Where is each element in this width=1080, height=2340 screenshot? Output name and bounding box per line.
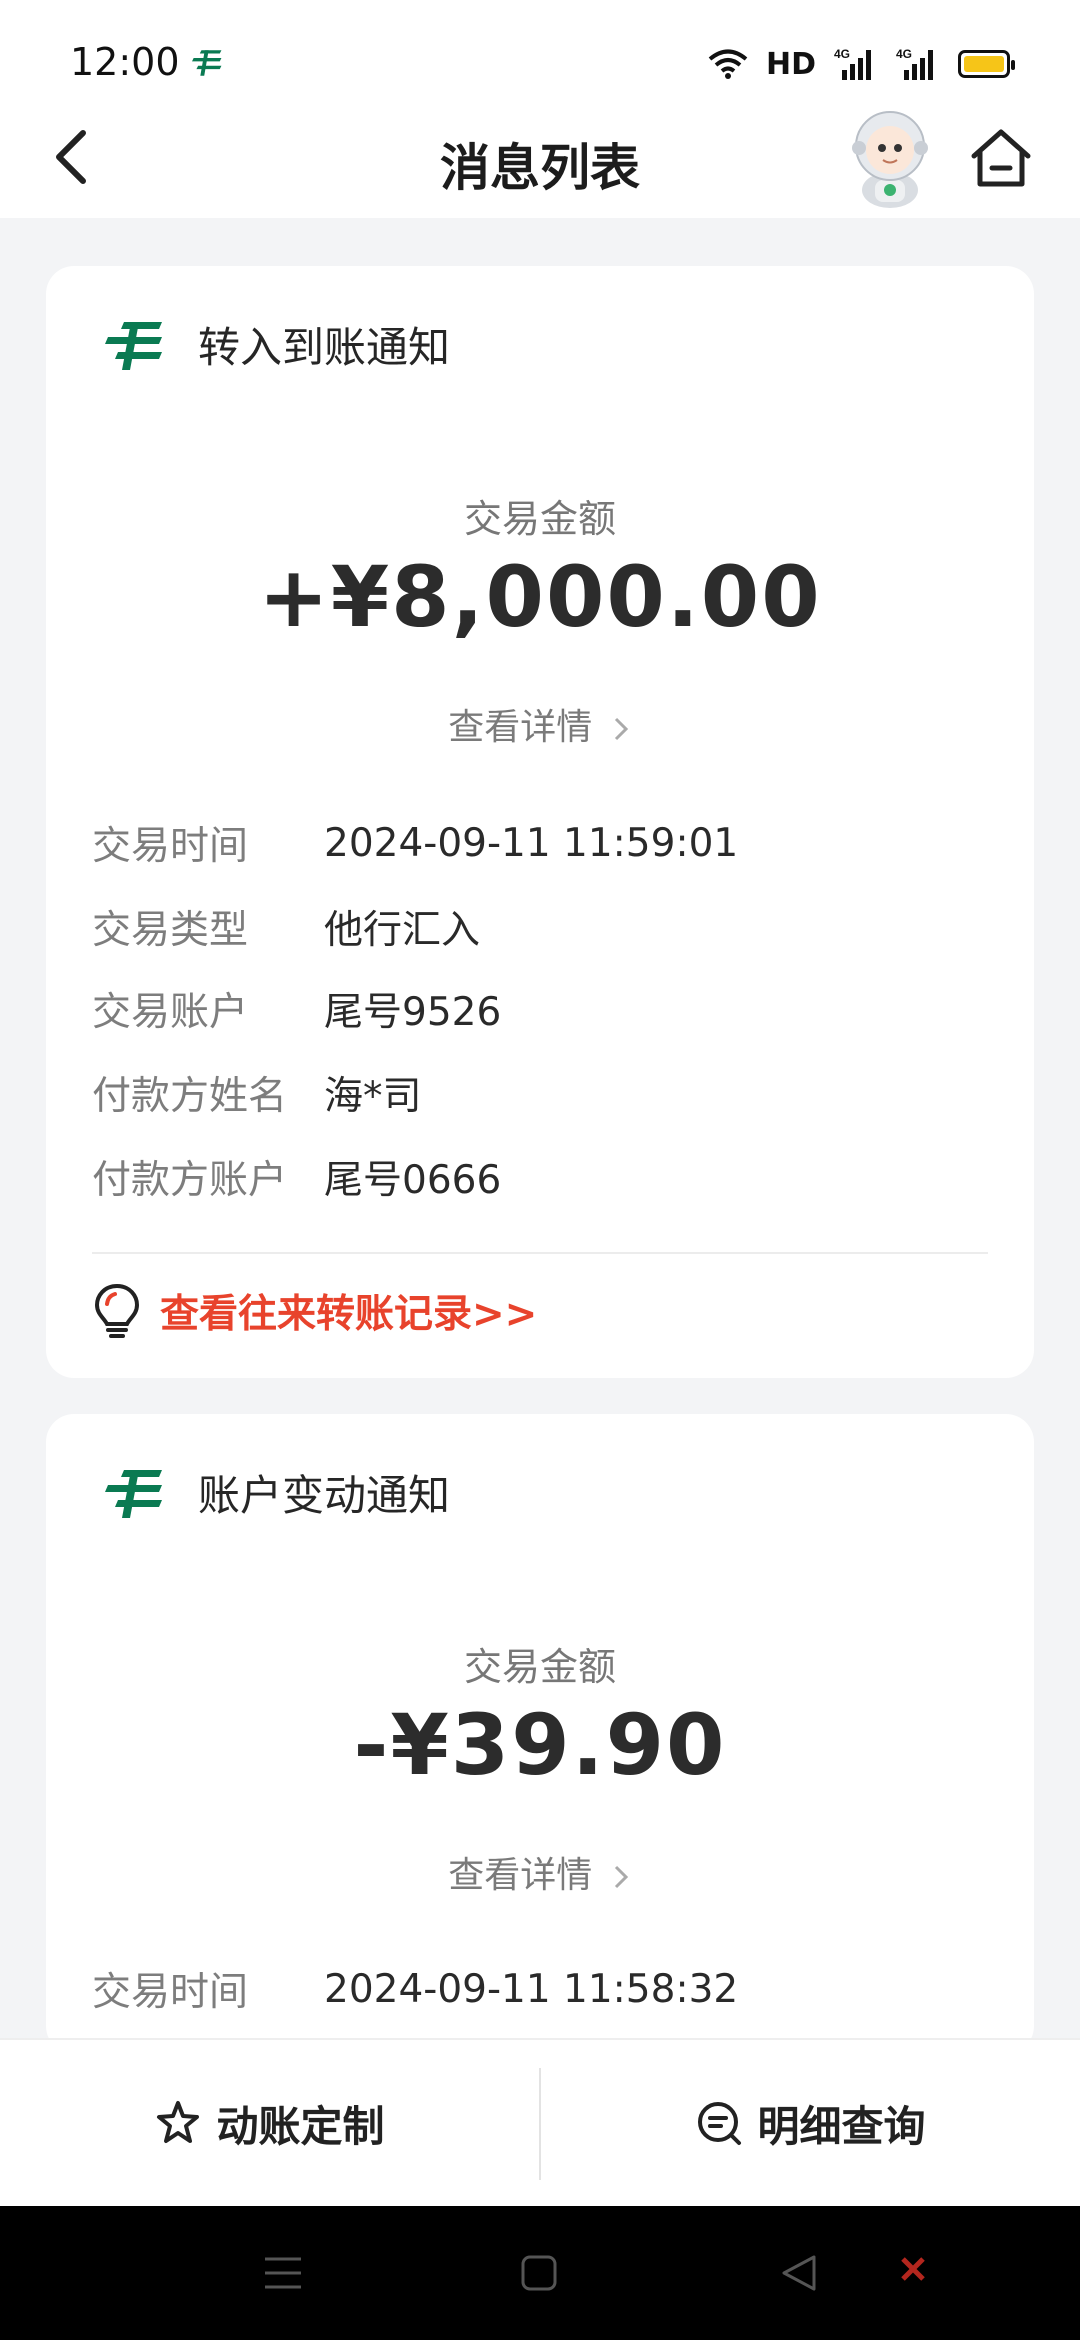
view-details-label: 查看详情: [448, 707, 593, 748]
svg-text:4G: 4G: [896, 47, 912, 61]
info-row-time: 交易时间 2024-09-11 11:58:32: [92, 1962, 994, 2016]
info-row-type: 交易类型 他行汇入: [92, 900, 994, 954]
home-icon: [971, 129, 1031, 187]
network-label: HD: [765, 46, 816, 82]
signal-4g-icon: 4G: [896, 47, 933, 80]
account-alert-settings-button[interactable]: 动账定制: [0, 2040, 539, 2206]
triangle-back-icon: [782, 2255, 816, 2291]
card-header: 账户变动通知: [104, 1462, 450, 1523]
detail-search-icon: [698, 2102, 742, 2145]
info-value: 尾号9526: [324, 990, 502, 1035]
postal-bank-logo-icon: [105, 321, 162, 370]
transfer-in-notification-card[interactable]: 转入到账通知 交易金额 +¥8,000.00 查看详情 交易时间 2024-09…: [46, 266, 1034, 1378]
info-value: 2024-09-11 11:58:32: [324, 1966, 739, 2012]
account-change-notification-card[interactable]: 账户变动通知 交易金额 -¥39.90 查看详情 交易时间 2024-09-11…: [46, 1414, 1034, 2054]
star-settings-icon: [157, 2101, 200, 2143]
info-value: 他行汇入: [324, 908, 481, 953]
divider: [92, 1252, 988, 1254]
amount-value: -¥39.90: [353, 1696, 727, 1794]
postal-bank-logo-icon: [192, 50, 222, 76]
navigation-bar: 消息列表: [0, 100, 1080, 218]
info-label: 交易时间: [92, 1970, 249, 2015]
info-row-payer-name: 付款方姓名 海*司: [92, 1066, 994, 1120]
view-details-link[interactable]: 查看详情: [46, 698, 1034, 750]
chevron-right-icon: [614, 717, 628, 741]
message-list-screen: 12:00 HD 4G 4G 消息列表 转入到账通知 交易金额 +¥8,000.…: [0, 0, 1080, 2340]
menu-icon: [265, 2257, 301, 2289]
info-row-payer-account: 付款方账户 尾号0666: [92, 1150, 994, 1204]
watermark-logo: [900, 2256, 926, 2282]
info-label: 付款方姓名: [92, 1074, 288, 1119]
wifi-icon: [708, 49, 748, 79]
info-row-account: 交易账户 尾号9526: [92, 982, 994, 1036]
detail-query-label: 明细查询: [757, 2101, 926, 2151]
bottom-action-bar: 动账定制 明细查询: [0, 2038, 1080, 2206]
info-value: 2024-09-11 11:59:01: [324, 820, 739, 866]
lightbulb-icon: [94, 1283, 140, 1338]
status-icons: HD 4G 4G: [708, 44, 1015, 84]
info-row-time: 交易时间 2024-09-11 11:59:01: [92, 816, 994, 870]
watermark-icon: [901, 2257, 925, 2281]
view-details-label: 查看详情: [448, 1855, 593, 1896]
home-button[interactable]: [968, 126, 1034, 190]
amount-label: 交易金额: [463, 1645, 616, 1689]
astronaut-mascot-icon[interactable]: [845, 106, 935, 210]
info-value: 尾号0666: [324, 1158, 502, 1203]
card-title: 账户变动通知: [198, 1471, 451, 1520]
signal-4g-icon: 4G: [834, 47, 871, 80]
detail-query-button[interactable]: 明细查询: [541, 2040, 1080, 2206]
info-label: 交易时间: [92, 824, 249, 869]
amount-value: +¥8,000.00: [258, 548, 822, 646]
card-header: 转入到账通知: [104, 314, 450, 375]
chevron-right-icon: [614, 1865, 628, 1889]
info-value: 海*司: [324, 1074, 422, 1119]
account-alert-settings-label: 动账定制: [216, 2101, 385, 2151]
transfer-history-label: 查看往来转账记录>>: [160, 1292, 538, 1337]
info-label: 交易账户: [92, 990, 249, 1035]
square-icon: [521, 2255, 557, 2291]
card-title: 转入到账通知: [198, 323, 451, 372]
view-details-link[interactable]: 查看详情: [46, 1846, 1034, 1898]
recent-apps-button[interactable]: [250, 2206, 316, 2340]
info-label: 付款方账户: [92, 1158, 288, 1203]
system-navigation-bar: [0, 2206, 1080, 2340]
battery-icon: [958, 50, 1015, 78]
transfer-history-link[interactable]: 查看往来转账记录>>: [92, 1282, 537, 1340]
amount-label: 交易金额: [463, 497, 616, 541]
system-home-button[interactable]: [506, 2206, 572, 2340]
svg-text:4G: 4G: [834, 47, 850, 61]
info-label: 交易类型: [92, 908, 249, 953]
status-time: 12:00: [70, 40, 180, 84]
system-back-button[interactable]: [766, 2206, 832, 2340]
postal-bank-logo-icon: [105, 1469, 162, 1518]
